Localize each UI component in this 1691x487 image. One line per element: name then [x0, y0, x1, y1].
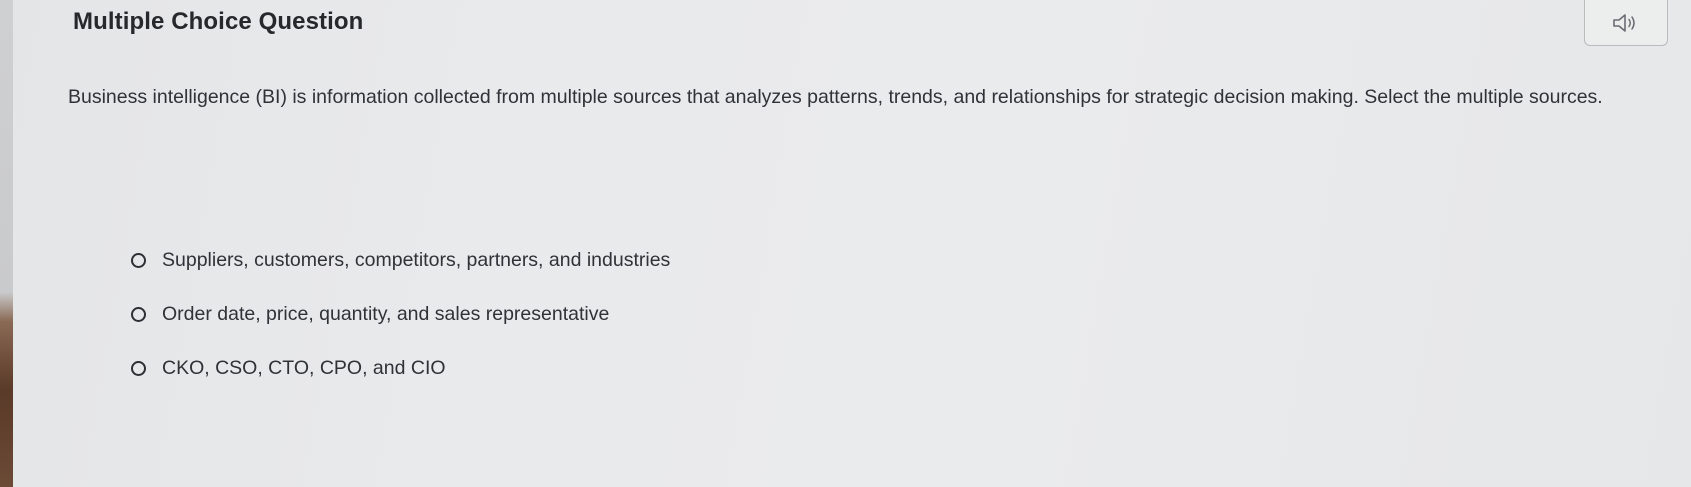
radio-button[interactable]	[131, 253, 146, 268]
choice-label: Suppliers, customers, competitors, partn…	[162, 249, 671, 271]
left-edge-shadow	[0, 0, 13, 487]
choice-label: Order date, price, quantity, and sales r…	[162, 303, 610, 325]
question-prompt: Business intelligence (BI) is informatio…	[68, 86, 1603, 108]
radio-button[interactable]	[131, 307, 146, 322]
choice-option-2[interactable]: Order date, price, quantity, and sales r…	[131, 303, 609, 326]
choice-label: CKO, CSO, CTO, CPO, and CIO	[162, 357, 446, 379]
question-title: Multiple Choice Question	[73, 8, 364, 35]
speaker-icon	[1613, 13, 1635, 32]
choice-option-1[interactable]: Suppliers, customers, competitors, partn…	[131, 249, 670, 272]
choice-option-3[interactable]: CKO, CSO, CTO, CPO, and CIO	[131, 357, 446, 380]
read-aloud-button[interactable]	[1584, 0, 1668, 46]
question-card: Multiple Choice Question Business intell…	[13, 0, 1691, 487]
radio-button[interactable]	[131, 361, 146, 376]
